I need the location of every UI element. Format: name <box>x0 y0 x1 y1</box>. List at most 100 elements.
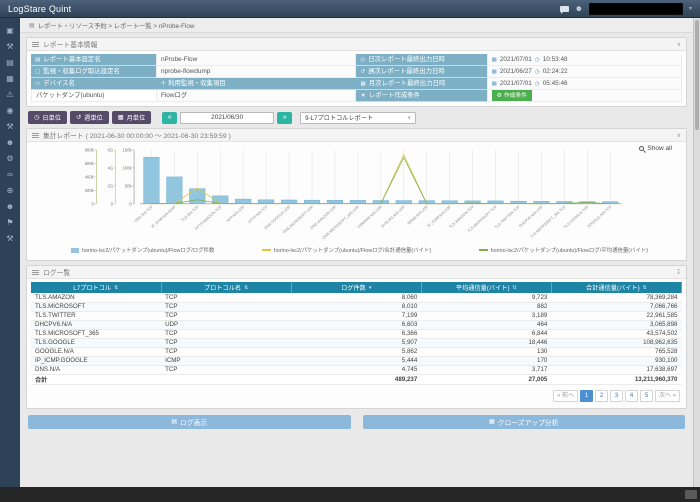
closeup-analysis-button[interactable]: ▦ クローズアップ分析 <box>363 415 686 429</box>
device-row-value: Flowログ <box>156 90 357 102</box>
calculator-icon[interactable]: ▦ <box>0 70 20 86</box>
download-icon[interactable]: ↧ <box>676 269 681 276</box>
weekly-report-last-output-value: ▦ 2021/06/27 ◷ 02:24:22 <box>487 66 682 78</box>
device-name-value: ＋ 利用監視・収集項目 <box>156 78 357 90</box>
prev-date-button[interactable]: « <box>162 112 177 124</box>
report-chart-panel: 集計レポート ( 2021-06-30 00:00:00 ～ 2021-06-3… <box>26 128 687 261</box>
table-row[interactable]: TLS.GOOGLETCP5,90718,446108,962,635 <box>31 338 682 347</box>
column-header-0[interactable]: L7プロトコル⇅ <box>31 282 161 293</box>
sort-icon: ⇅ <box>244 285 248 291</box>
build-icon[interactable]: ⚒ <box>0 230 20 246</box>
cell: 6,844 <box>421 329 551 338</box>
svg-text:100k: 100k <box>122 165 132 170</box>
pagination-prev[interactable]: « 前へ <box>553 390 578 402</box>
weekly-report-last-output-label: ↺週次レポート最終出力日時 <box>356 66 486 78</box>
clock-icon: ◷ <box>535 78 540 90</box>
user-icon[interactable]: ☻ <box>0 134 20 150</box>
cell: 5,907 <box>291 338 421 347</box>
wrench-icon[interactable]: ⚒ <box>0 38 20 54</box>
report-type-selected: 9-L7プロトコルレポート <box>305 113 373 122</box>
cell: TCP <box>161 347 291 356</box>
legend-item[interactable]: horino-lsc2/パケットダンプ(ubuntu)/Flowログ/ログ件数 <box>71 246 214 254</box>
total-cell: 合計 <box>31 374 161 384</box>
table-row[interactable]: IP_ICMP.GOOGLEICMP5,444170930,100 <box>31 356 682 365</box>
column-header-1[interactable]: プロトコル名⇅ <box>161 282 291 293</box>
cell: 930,100 <box>551 356 681 365</box>
chevron-down-icon: ∨ <box>407 115 411 121</box>
page-scrollbar[interactable] <box>693 18 700 487</box>
table-row[interactable]: TLS.MICROSOFT_365TCP6,3666,84443,574,502 <box>31 329 682 338</box>
eye-icon[interactable]: ◉ <box>0 102 20 118</box>
log-view-button[interactable]: ▤ ログ表示 <box>28 415 351 429</box>
cell: TCP <box>161 338 291 347</box>
report-condition-button[interactable]: ⚙作成条件 <box>492 90 532 102</box>
date-input[interactable]: 2021/06/30 <box>180 112 274 124</box>
user-menu-caret[interactable]: ▾ <box>689 5 692 12</box>
pagination-next[interactable]: 次へ » <box>655 390 680 402</box>
column-label: 平均通信量(バイト) <box>456 283 510 292</box>
scrollbar-thumb[interactable] <box>695 20 699 130</box>
link-icon[interactable]: ∞ <box>0 166 20 182</box>
bottom-right-widget[interactable] <box>685 490 697 499</box>
chat-icon[interactable] <box>560 6 569 12</box>
globe-icon[interactable]: ⊕ <box>0 182 20 198</box>
pagination-page-2[interactable]: 2 <box>595 390 608 402</box>
cell: 78,369,284 <box>551 293 681 302</box>
pagination-page-4[interactable]: 4 <box>625 390 638 402</box>
total-cell: 489,237 <box>291 374 421 384</box>
legend-item[interactable]: horino-lsc2/パケットダンプ(ubuntu)/Flowログ/合計通信量… <box>262 246 431 254</box>
svg-text:200k: 200k <box>85 188 95 193</box>
alert-icon[interactable]: ⚠ <box>0 86 20 102</box>
user-icon[interactable]: ☻ <box>575 5 583 13</box>
column-header-4[interactable]: 合計通信量(バイト)⇅ <box>551 282 681 293</box>
history-icon: ↺ <box>360 66 365 78</box>
cell: TLS.GOOGLE <box>31 338 161 347</box>
table-total-row: 合計489,23727,00513,211,960,370 <box>31 374 682 384</box>
svg-text:0: 0 <box>91 201 94 206</box>
report-type-select[interactable]: 9-L7プロトコルレポート ∨ <box>300 112 416 124</box>
cell: 9,723 <box>421 293 551 302</box>
magnifier-icon <box>639 146 644 151</box>
users-icon[interactable]: ☻ <box>0 198 20 214</box>
username-redacted[interactable] <box>589 3 683 15</box>
column-header-2[interactable]: ログ件数▾ <box>291 282 421 293</box>
table-row[interactable]: TLS.MICROSOFTTCP8,0108827,066,766 <box>31 302 682 311</box>
save-icon[interactable]: ▣ <box>0 22 20 38</box>
cell: DHCPV6.N/A <box>31 320 161 329</box>
show-all-button[interactable]: Show all <box>639 145 672 152</box>
month-unit-button[interactable]: ▦月単位 <box>112 111 151 124</box>
pagination-page-3[interactable]: 3 <box>610 390 623 402</box>
table-row[interactable]: DHCPV6.N/AUDP6,6034643,065,898 <box>31 320 682 329</box>
legend-item[interactable]: horino-lsc2/パケットダンプ(ubuntu)/Flowログ/平均通信量… <box>479 246 648 254</box>
chart-canvas: 0200k400k600k800k02G4G6G050k100k150kDNS.… <box>31 145 682 239</box>
cell: TCP <box>161 302 291 311</box>
basic-info-panel-header: レポート基本情報 ∨ <box>27 38 686 51</box>
column-label: L7プロトコル <box>73 283 111 292</box>
collapse-icon[interactable]: ∨ <box>677 41 681 48</box>
table-row[interactable]: TLS.TWITTERTCP7,1993,18922,961,585 <box>31 311 682 320</box>
report-setting-name-value: nProbe-Flow <box>156 54 357 66</box>
tools-icon[interactable]: ⚒ <box>0 118 20 134</box>
next-date-button[interactable]: » <box>277 112 292 124</box>
breadcrumb[interactable]: ▤ レポート・リソース予約 > レポート一覧 > nProbe-Flow <box>20 18 693 33</box>
svg-text:600k: 600k <box>85 161 95 166</box>
table-row[interactable]: TLS.AMAZONTCP8,0609,72378,369,284 <box>31 293 682 302</box>
gear-icon[interactable]: ⚙ <box>0 150 20 166</box>
table-row[interactable]: DNS.N/ATCP4,7453,71717,638,697 <box>31 365 682 374</box>
filter-icon: ▼ <box>360 90 365 102</box>
share-icon[interactable]: ⚑ <box>0 214 20 230</box>
legend-label: horino-lsc2/パケットダンプ(ubuntu)/Flowログ/平均通信量… <box>491 246 648 254</box>
svg-text:2G: 2G <box>108 183 114 188</box>
column-header-3[interactable]: 平均通信量(バイト)⇅ <box>421 282 551 293</box>
svg-text:400k: 400k <box>85 174 95 179</box>
week-unit-button[interactable]: ↺週単位 <box>70 111 109 124</box>
table-row[interactable]: GOOGLE.N/ATCP5,862130765,528 <box>31 347 682 356</box>
cell: 6,603 <box>291 320 421 329</box>
day-unit-button[interactable]: ◷日単位 <box>28 111 67 124</box>
collapse-icon[interactable]: ∨ <box>677 132 681 139</box>
panel-menu-icon <box>32 135 39 136</box>
pagination-page-5[interactable]: 5 <box>640 390 653 402</box>
table-icon[interactable]: ▤ <box>0 54 20 70</box>
pagination-page-1[interactable]: 1 <box>580 390 593 402</box>
cell: IP_ICMP.GOOGLE <box>31 356 161 365</box>
